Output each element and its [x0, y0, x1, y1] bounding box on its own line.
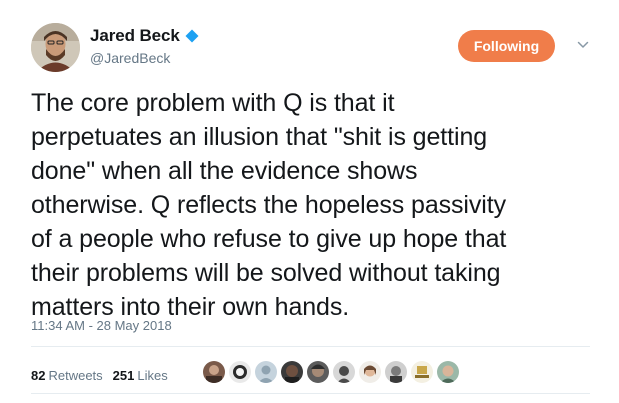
liker-avatar[interactable] — [359, 361, 381, 383]
liker-avatar[interactable] — [333, 361, 355, 383]
verified-badge-icon — [185, 29, 199, 43]
liker-avatar[interactable] — [255, 361, 277, 383]
liker-avatar[interactable] — [411, 361, 433, 383]
liker-avatar[interactable] — [385, 361, 407, 383]
avatar[interactable] — [31, 23, 80, 72]
divider — [31, 346, 590, 347]
liker-avatar[interactable] — [229, 361, 251, 383]
tweet-stats: 82 Retweets 251 Likes — [31, 368, 178, 383]
tweet-timestamp[interactable]: 11:34 AM - 28 May 2018 — [31, 318, 172, 333]
liker-avatar[interactable] — [437, 361, 459, 383]
tweet-text: The core problem with Q is that it perpe… — [31, 89, 507, 321]
tweet-card: Jared Beck @JaredBeck Following The core… — [0, 0, 619, 403]
name-row: Jared Beck — [90, 26, 199, 46]
retweets-count: 82 — [31, 368, 46, 383]
display-name[interactable]: Jared Beck — [90, 26, 180, 46]
retweets-label: Retweets — [48, 368, 103, 383]
following-button[interactable]: Following — [458, 30, 555, 62]
likes-label: Likes — [137, 368, 168, 383]
user-handle[interactable]: @JaredBeck — [90, 50, 170, 66]
liker-avatars — [203, 361, 463, 383]
liker-avatar[interactable] — [307, 361, 329, 383]
liker-avatar[interactable] — [203, 361, 225, 383]
likes-count: 251 — [112, 368, 135, 383]
divider — [31, 393, 590, 394]
chevron-down-icon[interactable] — [576, 38, 590, 52]
likes-stat[interactable]: 251 Likes — [113, 368, 168, 383]
liker-avatar[interactable] — [281, 361, 303, 383]
retweets-stat[interactable]: 82 Retweets — [31, 368, 103, 383]
